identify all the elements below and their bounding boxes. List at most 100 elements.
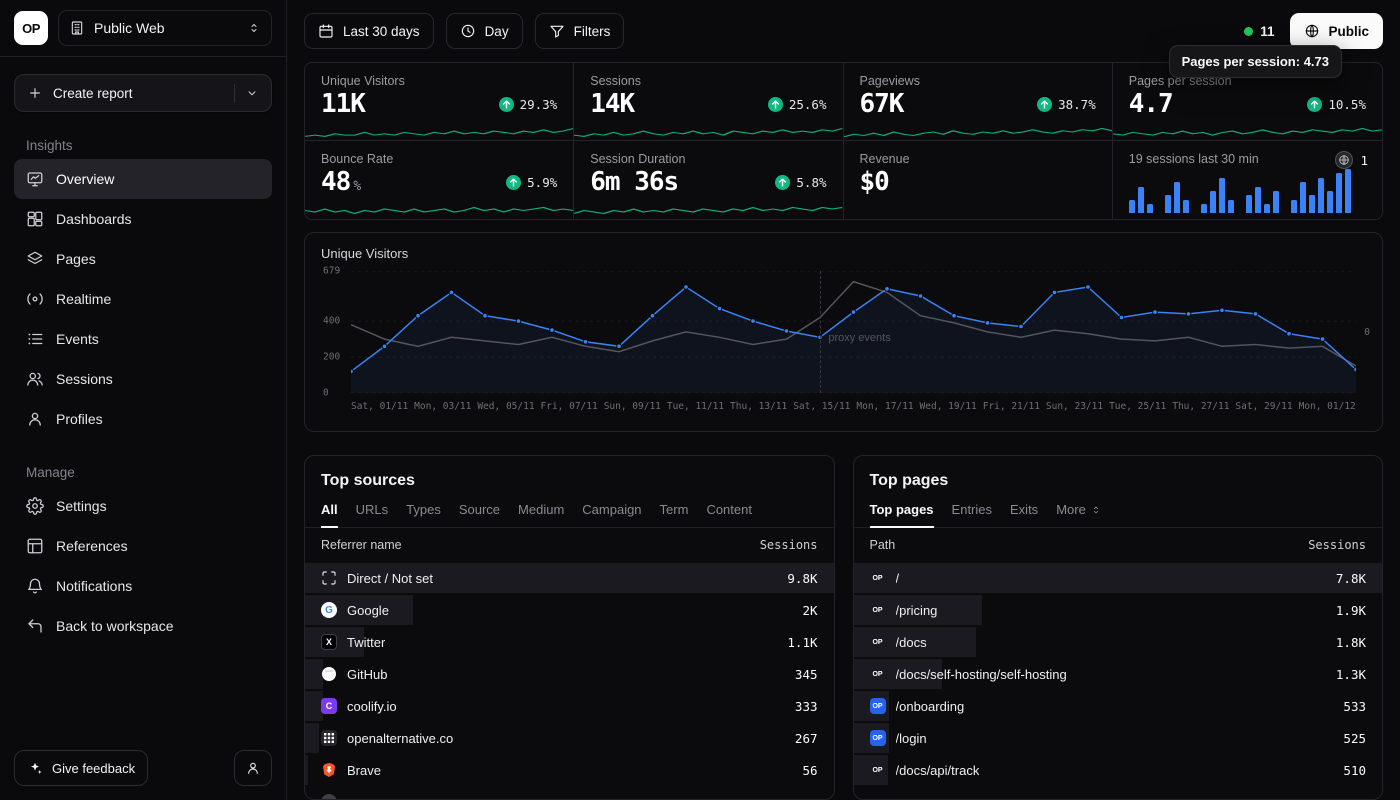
interval-button[interactable]: Day — [446, 13, 523, 49]
table-row[interactable]: OP — [854, 786, 1383, 800]
live-bar — [1345, 169, 1351, 213]
sidebar-item-dashboards[interactable]: Dashboards — [14, 199, 272, 239]
row-label: /docs/self-hosting/self-hosting — [896, 667, 1067, 682]
trend-up-icon — [1037, 97, 1052, 112]
date-range-button[interactable]: Last 30 days — [304, 13, 434, 49]
x-axis-tick: Mon, 01/12 — [1299, 401, 1356, 412]
tab-top-pages[interactable]: Top pages — [870, 502, 934, 528]
sidebar-item-back-to-workspace[interactable]: Back to workspace — [14, 606, 272, 646]
metric-change: 5.9% — [506, 175, 557, 190]
sidebar-item-references[interactable]: References — [14, 526, 272, 566]
sidebar-item-profiles[interactable]: Profiles — [14, 399, 272, 439]
x-axis-tick: Wed, 05/11 — [477, 401, 534, 412]
openpanel-page-icon: OP — [870, 794, 886, 800]
sidebar-item-pages[interactable]: Pages — [14, 239, 272, 279]
table-row[interactable]: OP/7.8K — [854, 562, 1383, 594]
sidebar-item-realtime[interactable]: Realtime — [14, 279, 272, 319]
live-bar — [1147, 204, 1153, 213]
metric-label: Session Duration — [590, 152, 826, 166]
table-row[interactable]: XTwitter1.1K — [305, 626, 834, 658]
sidebar-divider — [0, 56, 286, 57]
table-row[interactable]: OP/docs/self-hosting/self-hosting1.3K — [854, 658, 1383, 690]
line-chart-plot[interactable]: proxy events — [351, 271, 1356, 393]
sparkles-icon — [27, 760, 43, 776]
live-bar — [1246, 195, 1252, 213]
table-row[interactable]: Direct / Not set9.8K — [305, 562, 834, 594]
row-value: 9.8K — [787, 571, 817, 586]
table-row[interactable] — [305, 786, 834, 800]
topbar-right: 11 Public — [1244, 13, 1383, 49]
workspace-selector[interactable]: Public Web — [58, 10, 272, 46]
give-feedback-button[interactable]: Give feedback — [14, 750, 148, 786]
metric-card-bounce-rate[interactable]: Bounce Rate 48% 5.9% — [305, 141, 574, 219]
live-bar — [1264, 204, 1270, 213]
sidebar-item-label: Events — [56, 331, 99, 347]
metric-label: Revenue — [860, 152, 1096, 166]
live-sessions-card[interactable]: 19 sessions last 30 min 1 — [1113, 141, 1382, 219]
openpanel-page-icon: OP — [870, 602, 886, 618]
metric-sparkline — [305, 206, 573, 219]
row-value: 2K — [802, 603, 817, 618]
tab-content[interactable]: Content — [706, 502, 752, 528]
table-row[interactable]: OP/login525 — [854, 722, 1383, 754]
row-label: Google — [347, 603, 389, 618]
tab-more[interactable]: More — [1056, 502, 1102, 528]
tab-exits[interactable]: Exits — [1010, 502, 1038, 528]
table-row[interactable]: GitHub345 — [305, 658, 834, 690]
row-value: 1.9K — [1336, 603, 1366, 618]
sidebar-item-notifications[interactable]: Notifications — [14, 566, 272, 606]
sidebar-item-label: Overview — [56, 171, 114, 187]
live-bar — [1201, 204, 1207, 213]
table-row[interactable]: OP/docs1.8K — [854, 626, 1383, 658]
live-bar — [1336, 173, 1342, 213]
sidebar-item-label: Notifications — [56, 578, 132, 594]
filters-button[interactable]: Filters — [535, 13, 625, 49]
sidebar-item-events[interactable]: Events — [14, 319, 272, 359]
y-axis-tick: 0 — [323, 388, 329, 399]
user-menu-button[interactable] — [234, 750, 272, 786]
metric-card-pageviews[interactable]: Pageviews 67K 38.7% — [844, 63, 1113, 141]
sidebar-item-label: Realtime — [56, 291, 111, 307]
table-row[interactable]: OP/onboarding533 — [854, 690, 1383, 722]
tab-types[interactable]: Types — [406, 502, 441, 528]
tab-entries[interactable]: Entries — [952, 502, 992, 528]
chart-area: 67940020000 proxy events Sat, 01/11Mon, … — [321, 265, 1366, 425]
insights-section-label: Insights — [14, 138, 272, 153]
main-content: Last 30 days Day Filters 11 Public — [287, 0, 1400, 800]
table-row[interactable]: openalternative.co267 — [305, 722, 834, 754]
row-label: / — [896, 571, 900, 586]
table-header: Path Sessions — [854, 528, 1383, 562]
sidebar-nav: Insights Overview DashboardsPages Realtime E… — [14, 112, 272, 646]
table-row[interactable]: Brave56 — [305, 754, 834, 786]
metric-label: Unique Visitors — [321, 74, 557, 88]
tab-all[interactable]: All — [321, 502, 338, 528]
table-row[interactable]: GGoogle2K — [305, 594, 834, 626]
tab-term[interactable]: Term — [660, 502, 689, 528]
row-label: openalternative.co — [347, 731, 453, 746]
chevron-down-icon[interactable] — [245, 86, 259, 100]
sidebar-item-overview[interactable]: Overview — [14, 159, 272, 199]
table-row[interactable]: OP/pricing1.9K — [854, 594, 1383, 626]
metric-card-revenue[interactable]: Revenue $0 — [844, 141, 1113, 219]
metric-card-sessions[interactable]: Sessions 14K 25.6% — [574, 63, 843, 141]
live-visitor-count: 1 — [1360, 153, 1368, 168]
public-button[interactable]: Public — [1290, 13, 1383, 49]
tab-medium[interactable]: Medium — [518, 502, 564, 528]
x-axis-tick: Wed, 19/11 — [920, 401, 977, 412]
tab-source[interactable]: Source — [459, 502, 500, 528]
tab-urls[interactable]: URLs — [356, 502, 389, 528]
table-row[interactable]: Ccoolify.io333 — [305, 690, 834, 722]
y-axis-tick: 679 — [323, 266, 340, 277]
table-row[interactable]: OP/docs/api/track510 — [854, 754, 1383, 786]
events-icon — [26, 330, 44, 348]
chart-annotation: proxy events — [828, 332, 890, 344]
metric-card-unique-visitors[interactable]: Unique Visitors 11K 29.3% — [305, 63, 574, 141]
sidebar-item-settings[interactable]: Settings — [14, 486, 272, 526]
live-bar — [1183, 200, 1189, 213]
tab-campaign[interactable]: Campaign — [582, 502, 641, 528]
sidebar-item-sessions[interactable]: Sessions — [14, 359, 272, 399]
online-visitors-badge[interactable]: 11 — [1244, 24, 1274, 39]
x-axis-tick: Tue, 11/11 — [667, 401, 724, 412]
metric-card-session-duration[interactable]: Session Duration 6m 36s 5.8% — [574, 141, 843, 219]
create-report-button[interactable]: Create report — [14, 74, 272, 112]
